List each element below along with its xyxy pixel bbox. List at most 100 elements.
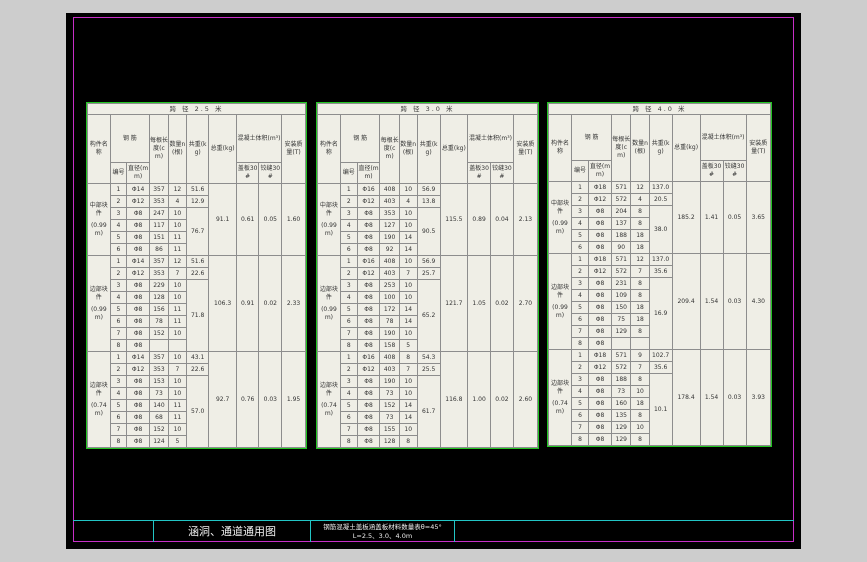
bar-number: 3 <box>339 207 358 220</box>
bar-count: 8 <box>630 409 650 422</box>
bar-count: 10 <box>398 327 418 340</box>
bar-length: 151 <box>148 231 169 244</box>
group-weight: 90.5 <box>416 207 441 256</box>
bar-count: 12 <box>167 255 187 268</box>
bar-count: 10 <box>167 219 187 232</box>
bar-diameter: Φ8 <box>126 339 150 352</box>
bar-length: 152 <box>379 399 400 412</box>
concrete-joint: 0.03 <box>722 253 747 350</box>
subtitle-line-2: L=2.5、3.0、4.0m <box>352 532 413 540</box>
member-name: 边部块件 (0.99m) <box>547 253 573 350</box>
bar-diameter: Φ8 <box>356 243 381 256</box>
bar-number: 2 <box>571 193 589 206</box>
bar-number: 7 <box>109 423 128 436</box>
bar-diameter: Φ8 <box>356 303 381 316</box>
bar-count: 18 <box>630 229 650 242</box>
bar-diameter: Φ14 <box>126 255 150 268</box>
bar-count: 8 <box>630 277 650 290</box>
bar-number: 4 <box>109 387 128 400</box>
member-name: 边部块件 (0.74m) <box>317 351 341 448</box>
concrete-slab: 0.76 <box>235 351 260 448</box>
bar-length: 75 <box>611 313 632 326</box>
bar-diameter: Φ8 <box>587 373 613 386</box>
bar-count: 10 <box>398 207 418 220</box>
bar-count: 7 <box>630 265 650 278</box>
bar-number: 7 <box>339 327 358 340</box>
bar-number: 4 <box>571 385 589 398</box>
bar-count: 7 <box>398 363 418 376</box>
header-length: 每根长度(cm) <box>148 114 169 184</box>
bar-number: 7 <box>109 327 128 340</box>
member-name-text: 边部块件 <box>319 285 338 301</box>
bar-count: 11 <box>167 243 187 256</box>
concrete-slab: 1.54 <box>699 253 724 350</box>
bar-diameter: Φ8 <box>126 207 150 220</box>
bar-length <box>611 337 632 350</box>
install-mass: 2.33 <box>281 255 306 352</box>
total-weight: 92.7 <box>208 351 237 448</box>
bar-length: 190 <box>379 231 400 244</box>
bar-count: 10 <box>167 351 187 364</box>
bar-diameter: Φ8 <box>356 423 381 436</box>
bar-number: 7 <box>339 423 358 436</box>
bar-number: 7 <box>571 421 589 434</box>
total-weight: 106.3 <box>208 255 237 352</box>
concrete-joint: 0.04 <box>490 183 514 256</box>
bar-diameter: Φ8 <box>587 325 613 338</box>
header-concrete-slab: 盖板30# <box>699 160 724 182</box>
bar-diameter: Φ12 <box>356 195 381 208</box>
bar-number: 8 <box>571 337 589 350</box>
bar-diameter: Φ8 <box>126 435 150 448</box>
install-mass: 3.65 <box>745 181 772 254</box>
group-weight: 57.0 <box>185 375 210 448</box>
bar-length: 135 <box>611 409 632 422</box>
bar-count: 14 <box>398 243 418 256</box>
bar-length: 128 <box>148 291 169 304</box>
bar-count: 10 <box>398 387 418 400</box>
member-name-text: 边部块件 <box>551 283 570 299</box>
bar-count: 10 <box>167 375 187 388</box>
bar-diameter: Φ8 <box>126 399 150 412</box>
bar-number: 3 <box>109 207 128 220</box>
bar-length: 158 <box>379 339 400 352</box>
bar-diameter: Φ8 <box>356 387 381 400</box>
bar-number: 5 <box>571 229 589 242</box>
bar-diameter: Φ12 <box>587 361 613 374</box>
bar-weight: 13.8 <box>416 195 441 208</box>
bar-number: 1 <box>339 183 358 196</box>
total-weight: 185.2 <box>671 181 701 254</box>
header-length: 每根长度(cm) <box>611 114 632 182</box>
bar-length: 155 <box>379 423 400 436</box>
bar-length: 357 <box>148 351 169 364</box>
bar-length: 152 <box>148 423 169 436</box>
bar-number: 1 <box>109 183 128 196</box>
bar-length: 90 <box>611 241 632 254</box>
bar-length: 572 <box>611 265 632 278</box>
member-name-text: 边部块件 <box>319 381 338 397</box>
bar-length: 408 <box>379 183 400 196</box>
bar-number: 4 <box>571 217 589 230</box>
bar-number: 2 <box>109 195 128 208</box>
header-total-weight: 总重(kg) <box>439 114 469 184</box>
bar-diameter: Φ8 <box>587 397 613 410</box>
bar-number: 4 <box>109 219 128 232</box>
header-bar-number: 编号 <box>571 160 589 182</box>
bar-count: 8 <box>398 435 418 448</box>
bar-diameter: Φ8 <box>126 279 150 292</box>
bar-number: 4 <box>571 289 589 302</box>
table-row: 边部块件 (0.99m) 1 Φ14 357 12 51.6 106.3 0.91 0.02 2.3… <box>87 255 306 352</box>
bar-length: 190 <box>379 375 400 388</box>
bar-number: 1 <box>571 253 589 266</box>
bar-length: 124 <box>148 435 169 448</box>
bar-length: 109 <box>611 289 632 302</box>
bar-number: 2 <box>571 265 589 278</box>
bar-number: 4 <box>339 291 358 304</box>
bar-count: 8 <box>630 217 650 230</box>
bar-length: 160 <box>611 397 632 410</box>
bar-count: 10 <box>398 255 418 268</box>
bar-number: 5 <box>571 301 589 314</box>
header-install-mass: 安装质量(T) <box>281 114 306 184</box>
header-weight: 共重(kg) <box>648 114 673 182</box>
bar-number: 1 <box>109 255 128 268</box>
bar-length: 128 <box>379 435 400 448</box>
